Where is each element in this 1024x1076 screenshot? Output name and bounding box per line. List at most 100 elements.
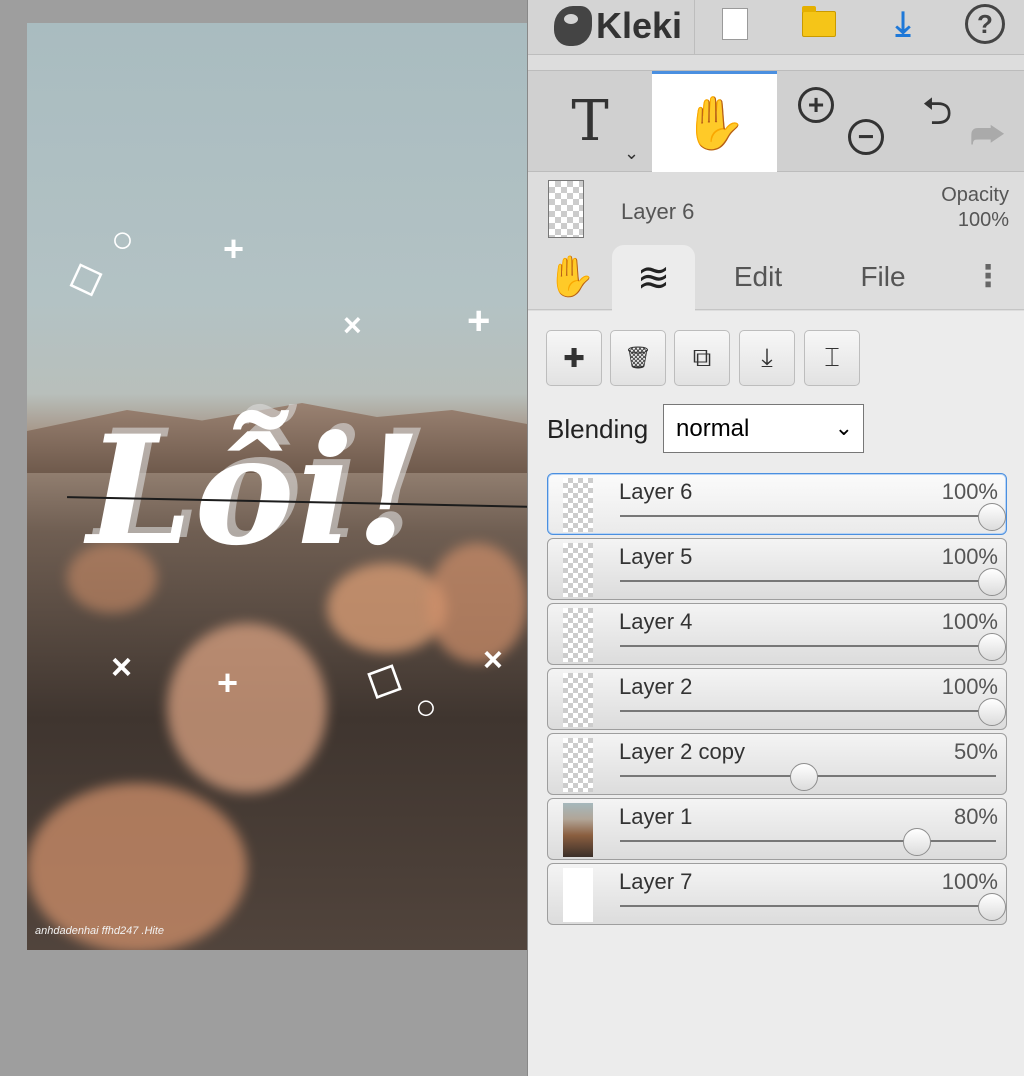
layer-opacity-value: 100% (941, 609, 998, 634)
layer-name: Layer 6 (619, 479, 693, 504)
artwork-doodle: + (467, 299, 491, 343)
layer-row[interactable]: Layer 6 100% (547, 473, 1007, 535)
artwork-watermark: anhdadenhai ffhd247 .Hite (35, 925, 165, 937)
tab-edit[interactable]: Edit (708, 243, 808, 310)
layer-opacity-slider[interactable] (620, 580, 996, 582)
layer-name: Layer 4 (619, 609, 693, 634)
new-file-icon (722, 8, 748, 40)
layers-panel: ✚ 🗑 ⧉ ⤓ ⌶ Blending normal ⌄ Layer 6 100% L… (528, 311, 1024, 1076)
layer-opacity-value: 100% (941, 674, 998, 699)
layer-thumbnail (563, 543, 593, 597)
layer-name: Layer 2 (619, 674, 693, 699)
help-button[interactable]: ? (955, 0, 1015, 48)
layer-opacity-value: 100% (941, 479, 998, 504)
chevron-down-icon[interactable]: ⌄ (624, 143, 639, 164)
panel-tabs: ✋ ≋ Edit File ⋮ (528, 243, 1024, 311)
text-tool-button[interactable]: T ⌄ (528, 71, 652, 172)
slider-handle[interactable] (978, 698, 1006, 726)
merge-down-icon: ⤓ (761, 342, 773, 372)
slider-handle[interactable] (978, 633, 1006, 661)
layers-icon: ≋ (636, 256, 671, 300)
artwork-doodle: + (223, 228, 245, 269)
tab-file[interactable]: File (833, 243, 933, 310)
layer-opacity-value: 80% (953, 804, 998, 829)
layer-row[interactable]: Layer 5 100% (547, 538, 1007, 600)
layer-opacity-value: 50% (953, 739, 998, 764)
layer-row[interactable]: Layer 2 copy 50% (547, 733, 1007, 795)
zoom-in-icon[interactable]: + (798, 87, 834, 123)
artwork-doodle: ◇ (356, 644, 416, 712)
hand-icon: ✋ (682, 94, 747, 153)
layer-thumbnail (563, 673, 593, 727)
new-image-button[interactable] (705, 0, 765, 48)
plus-icon: ✚ (563, 342, 585, 373)
layer-row[interactable]: Layer 1 80% (547, 798, 1007, 860)
save-image-button[interactable]: ⤓ (873, 0, 933, 48)
artwork-doodle: × (111, 646, 133, 687)
undo-icon[interactable]: ⮌ (922, 83, 952, 148)
canvas-area[interactable]: ◇ ○ + + × × + × ◇ ○ Lỗi! anhdadenhai ffh… (0, 0, 528, 1076)
layer-preview-thumbnail (548, 180, 584, 238)
more-options-icon[interactable]: ⋮ (968, 243, 1008, 310)
hand-tool-button[interactable]: ✋ (652, 71, 777, 172)
redo-icon[interactable]: ⮫ (970, 115, 1005, 158)
rename-icon: ⌶ (824, 342, 840, 372)
top-bar: Kleki ⤓ ? (528, 0, 1024, 55)
layer-name: Layer 1 (619, 804, 693, 829)
layer-row[interactable]: Layer 7 100% (547, 863, 1007, 925)
layer-opacity-slider[interactable] (620, 515, 996, 517)
layer-thumbnail (563, 868, 593, 922)
layer-name: Layer 7 (619, 869, 693, 894)
opacity-value: 100% (957, 209, 1009, 231)
download-icon: ⤓ (895, 4, 911, 43)
delete-layer-button[interactable]: 🗑 (610, 330, 666, 386)
rename-layer-button[interactable]: ⌶ (804, 330, 860, 386)
artwork-flower (167, 623, 327, 793)
layer-opacity-slider[interactable] (620, 905, 996, 907)
layer-row[interactable]: Layer 2 100% (547, 668, 1007, 730)
layer-opacity-slider[interactable] (620, 645, 996, 647)
artwork-flower (427, 543, 527, 663)
opacity-label: Opacity (941, 184, 1009, 206)
artwork-doodle: ○ (415, 686, 437, 727)
divider (694, 0, 695, 55)
tab-hand[interactable]: ✋ (536, 243, 606, 310)
tool-row: T ⌄ ✋ + − ⮌ ⮫ (528, 70, 1024, 172)
layer-thumbnail (563, 738, 593, 792)
slider-handle[interactable] (902, 828, 931, 856)
artwork-doodle: ◇ (59, 245, 111, 307)
layer-opacity-value: 100% (941, 544, 998, 569)
zoom-out-icon[interactable]: − (848, 119, 884, 155)
layer-opacity-value: 100% (941, 869, 998, 894)
artwork-doodle: + (217, 662, 239, 703)
trash-icon: 🗑 (624, 345, 652, 370)
current-layer-preview[interactable]: Layer 6 Opacity 100% (528, 173, 1024, 243)
drawing-canvas[interactable]: ◇ ○ + + × × + × ◇ ○ Lỗi! anhdadenhai ffh… (27, 23, 527, 950)
open-folder-icon (802, 6, 836, 37)
blending-select[interactable]: normal ⌄ (663, 404, 864, 453)
text-tool-icon: T (571, 89, 609, 154)
blending-value: normal (676, 414, 750, 442)
merge-layer-button[interactable]: ⤓ (739, 330, 795, 386)
slider-handle[interactable] (978, 503, 1006, 531)
kleki-logo-icon (554, 6, 592, 46)
layer-name: Layer 2 copy (619, 739, 745, 764)
tab-layers[interactable]: ≋ (612, 245, 695, 311)
slider-handle[interactable] (978, 568, 1006, 596)
hand-icon: ✋ (546, 255, 596, 299)
slider-handle[interactable] (790, 763, 818, 791)
duplicate-icon: ⧉ (692, 342, 712, 372)
layer-row[interactable]: Layer 4 100% (547, 603, 1007, 665)
add-layer-button[interactable]: ✚ (546, 330, 602, 386)
app-name: Kleki (596, 5, 683, 46)
help-icon: ? (965, 4, 1005, 44)
layer-opacity-slider[interactable] (620, 840, 996, 842)
layer-thumbnail (563, 608, 593, 662)
slider-handle[interactable] (978, 893, 1006, 921)
kleki-logo[interactable]: Kleki (554, 2, 704, 50)
current-layer-name: Layer 6 (621, 199, 695, 224)
duplicate-layer-button[interactable]: ⧉ (674, 330, 730, 386)
open-image-button[interactable] (789, 0, 849, 48)
layer-opacity-slider[interactable] (620, 710, 996, 712)
layer-thumbnail (563, 803, 593, 857)
